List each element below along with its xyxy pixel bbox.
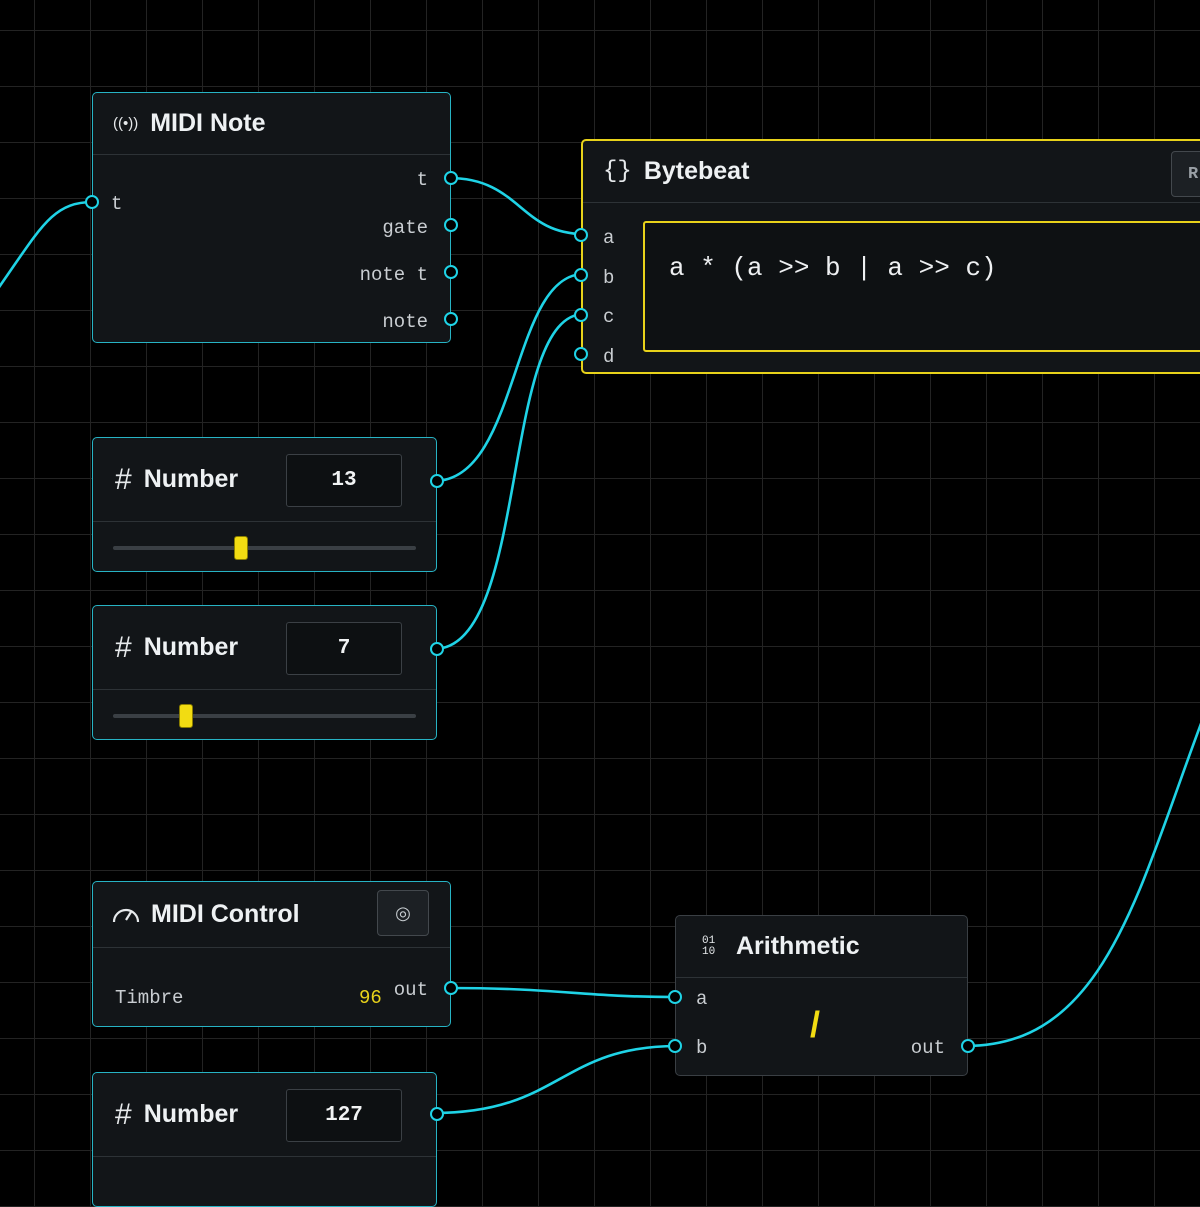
- bytebeat-input-a-port[interactable]: [574, 228, 588, 242]
- number-node[interactable]: # Number 7: [92, 605, 444, 740]
- number-node[interactable]: # Number 13: [92, 437, 444, 572]
- slider-track[interactable]: [113, 546, 416, 550]
- target-icon: ◎: [395, 902, 411, 923]
- bytebeat-header[interactable]: {} Bytebeat: [583, 141, 1200, 203]
- midi-control-value: 96: [359, 987, 382, 1009]
- gauge-icon: [112, 908, 140, 922]
- arithmetic-header[interactable]: 01 10 Arithmetic: [676, 916, 967, 978]
- number-slider[interactable]: [113, 702, 416, 730]
- number-node[interactable]: # Number 127: [92, 1072, 444, 1207]
- bytebeat-input-d-label: d: [603, 346, 615, 368]
- node-title: Number: [143, 1100, 239, 1128]
- midi-control-node[interactable]: MIDI Control ◎ Timbre 96 out: [92, 881, 458, 1027]
- hash-icon: #: [115, 630, 132, 664]
- binary-icon: 01 10: [702, 934, 716, 958]
- node-title: Number: [143, 465, 239, 493]
- midi-note-output-note-label: note: [382, 311, 428, 333]
- number-output-port[interactable]: [430, 642, 444, 656]
- bytebeat-expression-editor[interactable]: a * (a >> b | a >> c): [643, 221, 1200, 352]
- midi-note-output-note-t-label: note t: [359, 264, 428, 286]
- number-value-field[interactable]: 127: [286, 1089, 402, 1142]
- slider-thumb[interactable]: [179, 704, 193, 728]
- bytebeat-run-button[interactable]: R: [1171, 151, 1200, 197]
- node-title: MIDI Note: [150, 109, 266, 137]
- arithmetic-node[interactable]: 01 10 Arithmetic a b / out: [668, 915, 975, 1076]
- wire-number-7-to-bytebeat-c[interactable]: [433, 312, 585, 651]
- bytebeat-input-d-port[interactable]: [574, 347, 588, 361]
- wire-left-to-midi-note-t[interactable]: [0, 200, 94, 300]
- wire-midi-control-out-to-arithmetic-a[interactable]: [448, 986, 678, 999]
- bytebeat-node[interactable]: {} Bytebeat R a b c d a * (a >> b | a >>…: [574, 139, 1200, 374]
- number-value-field[interactable]: 13: [286, 454, 402, 507]
- slider-thumb[interactable]: [234, 536, 248, 560]
- wire-midi-note-t-to-bytebeat-a[interactable]: [448, 176, 585, 236]
- midi-note-input-t-port[interactable]: [85, 195, 99, 209]
- arithmetic-input-a-port[interactable]: [668, 990, 682, 1004]
- node-title: Number: [143, 633, 239, 661]
- arithmetic-operator[interactable]: /: [810, 1004, 820, 1046]
- midi-note-node[interactable]: ((•)) MIDI Note t t gate note t note: [85, 92, 458, 343]
- number-output-port[interactable]: [430, 1107, 444, 1121]
- midi-control-label: Timbre: [115, 987, 184, 1009]
- midi-note-output-gate-label: gate: [382, 217, 428, 239]
- midi-learn-button[interactable]: ◎: [377, 890, 429, 936]
- bytebeat-input-b-label: b: [603, 267, 615, 289]
- slider-track[interactable]: [113, 714, 416, 718]
- wire-number-13-to-bytebeat-b[interactable]: [433, 272, 585, 483]
- midi-note-output-note-port[interactable]: [444, 312, 458, 326]
- bytebeat-input-a-label: a: [603, 227, 615, 249]
- midi-note-input-t-label: t: [111, 193, 123, 215]
- arithmetic-input-b-port[interactable]: [668, 1039, 682, 1053]
- bytebeat-input-b-port[interactable]: [574, 268, 588, 282]
- node-title: Bytebeat: [643, 157, 750, 185]
- node-title: MIDI Control: [151, 900, 300, 928]
- bytebeat-input-c-port[interactable]: [574, 308, 588, 322]
- arithmetic-input-b-label: b: [696, 1037, 708, 1059]
- node-title: Arithmetic: [736, 932, 860, 960]
- hash-icon: #: [115, 462, 132, 496]
- midi-control-output-port[interactable]: [444, 981, 458, 995]
- arithmetic-input-a-label: a: [696, 988, 708, 1010]
- midi-note-output-t-port[interactable]: [444, 171, 458, 185]
- arithmetic-output-port[interactable]: [961, 1039, 975, 1053]
- midi-note-output-t-label: t: [416, 169, 428, 191]
- bytebeat-input-c-label: c: [603, 306, 615, 328]
- midi-note-output-gate-port[interactable]: [444, 218, 458, 232]
- wire-number-127-to-arithmetic-b[interactable]: [433, 1044, 678, 1115]
- number-value-field[interactable]: 7: [286, 622, 402, 675]
- number-output-port[interactable]: [430, 474, 444, 488]
- midi-note-output-note-t-port[interactable]: [444, 265, 458, 279]
- midi-control-output-label: out: [393, 979, 428, 1001]
- hash-icon: #: [115, 1097, 132, 1131]
- braces-icon: {}: [603, 158, 632, 185]
- broadcast-icon: ((•)): [113, 115, 139, 132]
- arithmetic-output-label: out: [910, 1037, 945, 1059]
- wire-arithmetic-out-to-offscreen[interactable]: [965, 700, 1200, 1048]
- number-slider[interactable]: [113, 534, 416, 562]
- midi-note-header[interactable]: ((•)) MIDI Note: [93, 93, 450, 155]
